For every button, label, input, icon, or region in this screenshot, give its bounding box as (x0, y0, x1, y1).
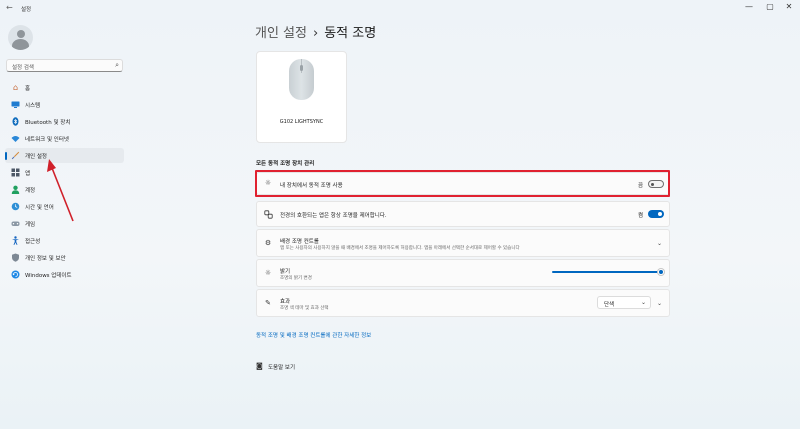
help-icon: ◙ (256, 362, 263, 370)
gamepad-icon (11, 219, 20, 228)
sidebar-item-accounts[interactable]: 계정 (5, 182, 124, 197)
breadcrumb-separator: › (312, 26, 319, 41)
title-bar: ← 설정 — ▢ ✕ (0, 0, 800, 18)
dropdown-value: 단색 (604, 302, 615, 308)
sidebar-item-label: 시간 및 언어 (25, 205, 54, 211)
search-placeholder: 설정 검색 (12, 64, 34, 71)
setting-description: 조명의 밝기 변경 (280, 276, 312, 281)
sidebar-item-label: 홈 (25, 86, 31, 92)
apps-control-icon (263, 210, 273, 221)
pen-icon: ✎ (265, 299, 271, 307)
monitor-icon (11, 100, 20, 109)
sidebar-item-label: Windows 업데이트 (25, 273, 72, 279)
avatar-head (16, 30, 25, 38)
person-icon (11, 185, 20, 194)
effects-dropdown[interactable]: 단색 ⌄ (597, 296, 651, 309)
sidebar-item-windows-update[interactable]: Windows 업데이트 (5, 267, 124, 282)
toggle-knob (651, 182, 654, 186)
mouse-wheel (300, 65, 303, 71)
toggle-state-label: 끔 (638, 183, 644, 189)
minimize-button[interactable]: — (739, 2, 759, 11)
sidebar-item-privacy[interactable]: 개인 정보 및 보안 (5, 250, 124, 265)
sidebar-item-label: 개인 정보 및 보안 (25, 256, 66, 262)
toggle-state-label: 켬 (638, 213, 644, 219)
sidebar-item-gaming[interactable]: 게임 (5, 216, 124, 231)
sidebar-item-apps[interactable]: 앱 (5, 165, 124, 180)
selection-indicator (5, 152, 7, 160)
globe-clock-icon (11, 202, 20, 211)
search-icon: ⌕ (115, 61, 119, 69)
compatible-apps-setting: 전경의 호환되는 앱은 항상 조명을 제어합니다. 켬 (256, 201, 670, 227)
chevron-down-icon: ⌄ (640, 299, 646, 306)
help-link[interactable]: 도움말 보기 (268, 363, 295, 371)
chevron-down-icon[interactable]: ⌄ (657, 300, 662, 307)
device-card[interactable]: G102 LIGHTSYNC (256, 51, 347, 143)
toggle-knob (658, 212, 662, 216)
maximize-button[interactable]: ▢ (760, 2, 780, 11)
search-input[interactable]: 설정 검색 ⌕ (6, 59, 123, 72)
bluetooth-icon (11, 117, 20, 126)
setting-label: 내 장치에서 동적 조명 사용 (280, 183, 343, 189)
setting-label: 전경의 호환되는 앱은 항상 조명을 제어합니다. (280, 213, 387, 219)
gear-icon: ⚙ (264, 239, 272, 247)
accessibility-icon (11, 236, 20, 245)
chevron-down-icon[interactable]: ⌄ (657, 240, 662, 247)
compatible-apps-toggle[interactable] (648, 210, 664, 218)
sidebar-item-label: 앱 (25, 171, 31, 177)
mouse-device-image (289, 59, 314, 100)
dynamic-lighting-toggle[interactable] (648, 180, 664, 188)
shield-icon (11, 253, 20, 262)
sidebar-item-label: 접근성 (25, 239, 41, 245)
brightness-slider-track[interactable] (552, 271, 661, 273)
sidebar-item-home[interactable]: ⌂ 홈 (5, 80, 124, 95)
sidebar-item-accessibility[interactable]: 접근성 (5, 233, 124, 248)
sidebar-item-bluetooth[interactable]: Bluetooth 및 장치 (5, 114, 124, 129)
setting-label: 효과 (280, 299, 291, 305)
section-title: 모든 동적 조명 장치 관리 (256, 161, 315, 167)
background-lighting-controls-setting[interactable]: ⚙ 배경 조명 컨트롤 앱 또는 사용자의 사용하지 않을 때 배경에서 조명을… (256, 229, 670, 257)
user-avatar[interactable] (8, 25, 33, 50)
sidebar-item-label: 네트워크 및 인터넷 (25, 137, 69, 143)
use-dynamic-lighting-setting: ☼ 내 장치에서 동적 조명 사용 끔 (256, 172, 670, 195)
sidebar-item-network[interactable]: 네트워크 및 인터넷 (5, 131, 124, 146)
setting-description: 조명 색 테마 및 효과 선택 (280, 306, 329, 311)
brightness-setting: ☼ 밝기 조명의 밝기 변경 (256, 259, 670, 287)
page-title: 동적 조명 (324, 26, 377, 41)
brightness-slider-thumb[interactable] (658, 269, 664, 275)
breadcrumb-parent[interactable]: 개인 설정 (255, 26, 307, 41)
setting-label: 밝기 (280, 269, 291, 275)
brightness-icon: ☼ (264, 269, 272, 277)
more-info-link[interactable]: 동적 조명 및 배경 조명 컨트롤에 관한 자세한 정보 (256, 331, 371, 339)
home-icon: ⌂ (12, 83, 19, 92)
setting-label: 배경 조명 컨트롤 (280, 239, 319, 245)
lighting-icon: ☼ (264, 179, 272, 187)
avatar-body (12, 39, 29, 50)
back-arrow-icon[interactable]: ← (6, 3, 13, 12)
setting-description: 앱 또는 사용자의 사용하지 않을 때 배경에서 조명을 제어하도록 허용합니다… (280, 246, 520, 251)
app-title: 설정 (21, 7, 32, 13)
sidebar-item-system[interactable]: 시스템 (5, 97, 124, 112)
sidebar-item-time-language[interactable]: 시간 및 언어 (5, 199, 124, 214)
apps-icon (11, 168, 20, 177)
sidebar-item-personalization[interactable]: 개인 설정 (5, 148, 124, 163)
sidebar-item-label: 계정 (25, 188, 36, 194)
sidebar-item-label: 개인 설정 (25, 154, 47, 160)
brush-icon (11, 151, 20, 160)
sidebar-item-label: 시스템 (25, 103, 41, 109)
update-icon (11, 270, 20, 279)
sidebar-item-label: 게임 (25, 222, 36, 228)
breadcrumb: 개인 설정 › 동적 조명 (255, 22, 376, 41)
sidebar-item-label: Bluetooth 및 장치 (25, 120, 71, 126)
wifi-icon (11, 134, 20, 143)
device-name: G102 LIGHTSYNC (279, 119, 324, 125)
close-button[interactable]: ✕ (779, 2, 799, 11)
